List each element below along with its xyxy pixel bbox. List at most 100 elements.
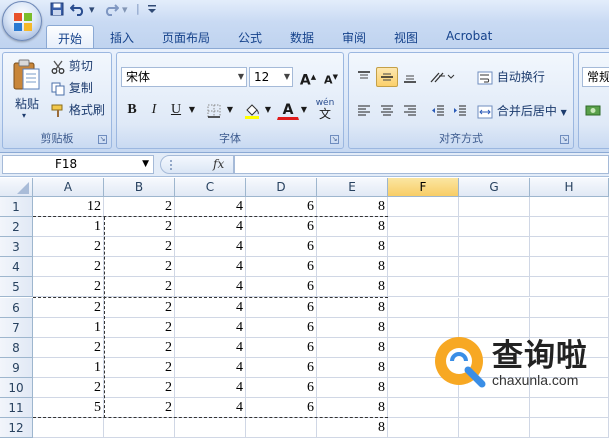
cell-e12[interactable]: 8	[317, 418, 388, 438]
tab-insert[interactable]: 插入	[102, 25, 142, 49]
cell-f12[interactable]	[388, 418, 459, 438]
row-header[interactable]: 11	[0, 398, 33, 419]
cell-a6[interactable]: 2	[33, 297, 104, 318]
cell-e5[interactable]: 8	[317, 277, 388, 298]
cell-c11[interactable]: 4	[175, 398, 246, 419]
cell-a8[interactable]: 2	[33, 337, 104, 358]
row-header[interactable]: 9	[0, 357, 33, 378]
cell-a1[interactable]: 12	[33, 197, 104, 218]
save-icon[interactable]	[50, 2, 64, 20]
paste-button[interactable]: 粘贴 ▾	[9, 57, 43, 120]
column-header-a[interactable]: A	[33, 178, 104, 197]
column-header-e[interactable]: E	[317, 178, 388, 197]
cell-b3[interactable]: 2	[104, 237, 175, 258]
cell-h6[interactable]	[530, 297, 609, 318]
font-launcher-icon[interactable]: ↘	[330, 135, 339, 144]
column-header-b[interactable]: B	[104, 178, 175, 197]
phonetic-button[interactable]: wén 文	[313, 97, 337, 121]
cell-d3[interactable]: 6	[246, 237, 317, 258]
cell-d9[interactable]: 6	[246, 357, 317, 378]
cell-b9[interactable]: 2	[104, 357, 175, 378]
accounting-format-button[interactable]	[582, 100, 604, 120]
cell-d5[interactable]: 6	[246, 277, 317, 298]
tab-review[interactable]: 审阅	[334, 25, 374, 49]
alignment-launcher-icon[interactable]: ↘	[560, 135, 569, 144]
name-box-dropdown-icon[interactable]: ▼	[142, 156, 149, 173]
cell-h4[interactable]	[530, 257, 609, 278]
align-middle-button[interactable]	[376, 67, 398, 87]
cell-g12[interactable]	[459, 418, 530, 438]
column-header-f[interactable]: F	[388, 178, 459, 197]
name-box[interactable]: F18 ▼	[2, 155, 154, 174]
cell-b2[interactable]: 2	[104, 217, 175, 238]
cell-e4[interactable]: 8	[317, 257, 388, 278]
formula-input[interactable]	[234, 155, 609, 174]
cell-a9[interactable]: 1	[33, 357, 104, 378]
customize-quick-access-icon[interactable]	[147, 3, 157, 21]
cell-c4[interactable]: 4	[175, 257, 246, 278]
cell-d10[interactable]: 6	[246, 377, 317, 398]
cell-b8[interactable]: 2	[104, 337, 175, 358]
copy-button[interactable]: 复制	[51, 79, 93, 97]
cell-e6[interactable]: 8	[317, 297, 388, 318]
merge-center-button[interactable]: 合并后居中 ▼	[477, 102, 567, 119]
cell-c9[interactable]: 4	[175, 357, 246, 378]
cell-d2[interactable]: 6	[246, 217, 317, 238]
column-header-d[interactable]: D	[246, 178, 317, 197]
font-name-dropdown-icon[interactable]: ▼	[238, 70, 244, 84]
cell-f5[interactable]	[388, 277, 459, 298]
tab-view[interactable]: 视图	[386, 25, 426, 49]
cell-d8[interactable]: 6	[246, 337, 317, 358]
fill-color-button[interactable]	[241, 100, 263, 120]
underline-button[interactable]: U	[165, 100, 187, 120]
cell-a5[interactable]: 2	[33, 277, 104, 298]
cell-h12[interactable]	[530, 418, 609, 438]
row-header[interactable]: 10	[0, 377, 33, 398]
tab-data[interactable]: 数据	[282, 25, 322, 49]
increase-indent-button[interactable]	[449, 101, 471, 121]
cell-b11[interactable]: 2	[104, 398, 175, 419]
cell-c10[interactable]: 4	[175, 377, 246, 398]
font-name-combo[interactable]: 宋体 ▼	[121, 67, 247, 87]
cell-g5[interactable]	[459, 277, 530, 298]
redo-dropdown[interactable]: ▾	[122, 3, 128, 21]
cut-button[interactable]: 剪切	[51, 57, 93, 75]
align-bottom-button[interactable]	[399, 67, 421, 87]
shrink-font-button[interactable]: A▼	[320, 67, 342, 87]
cell-f3[interactable]	[388, 237, 459, 258]
cell-c5[interactable]: 4	[175, 277, 246, 298]
cell-a4[interactable]: 2	[33, 257, 104, 278]
row-header[interactable]: 4	[0, 257, 33, 278]
cell-c1[interactable]: 4	[175, 197, 246, 218]
cell-d11[interactable]: 6	[246, 398, 317, 419]
tab-acrobat[interactable]: Acrobat	[438, 25, 500, 49]
underline-dropdown-icon[interactable]: ▼	[187, 100, 197, 120]
cell-c7[interactable]: 4	[175, 317, 246, 338]
borders-button[interactable]	[203, 100, 225, 120]
align-left-button[interactable]	[353, 101, 375, 121]
cell-c3[interactable]: 4	[175, 237, 246, 258]
cell-a10[interactable]: 2	[33, 377, 104, 398]
cell-g1[interactable]	[459, 197, 530, 218]
cell-c8[interactable]: 4	[175, 337, 246, 358]
cell-g6[interactable]	[459, 297, 530, 318]
borders-dropdown-icon[interactable]: ▼	[225, 100, 235, 120]
cell-c12[interactable]	[175, 418, 246, 438]
cell-g3[interactable]	[459, 237, 530, 258]
cell-g4[interactable]	[459, 257, 530, 278]
font-color-dropdown-icon[interactable]: ▼	[299, 100, 309, 120]
select-all-corner[interactable]	[0, 178, 33, 197]
cell-e11[interactable]: 8	[317, 398, 388, 419]
cell-f2[interactable]	[388, 217, 459, 238]
cell-b1[interactable]: 2	[104, 197, 175, 218]
number-format-combo[interactable]: 常规	[582, 67, 609, 87]
cell-d7[interactable]: 6	[246, 317, 317, 338]
cell-d6[interactable]: 6	[246, 297, 317, 318]
cell-f1[interactable]	[388, 197, 459, 218]
insert-function-icon[interactable]: fx	[213, 157, 224, 171]
font-size-combo[interactable]: 12 ▼	[249, 67, 293, 87]
undo-dropdown[interactable]: ▾	[89, 3, 95, 21]
column-header-h[interactable]: H	[530, 178, 609, 197]
cell-b5[interactable]: 2	[104, 277, 175, 298]
cell-d12[interactable]	[246, 418, 317, 438]
